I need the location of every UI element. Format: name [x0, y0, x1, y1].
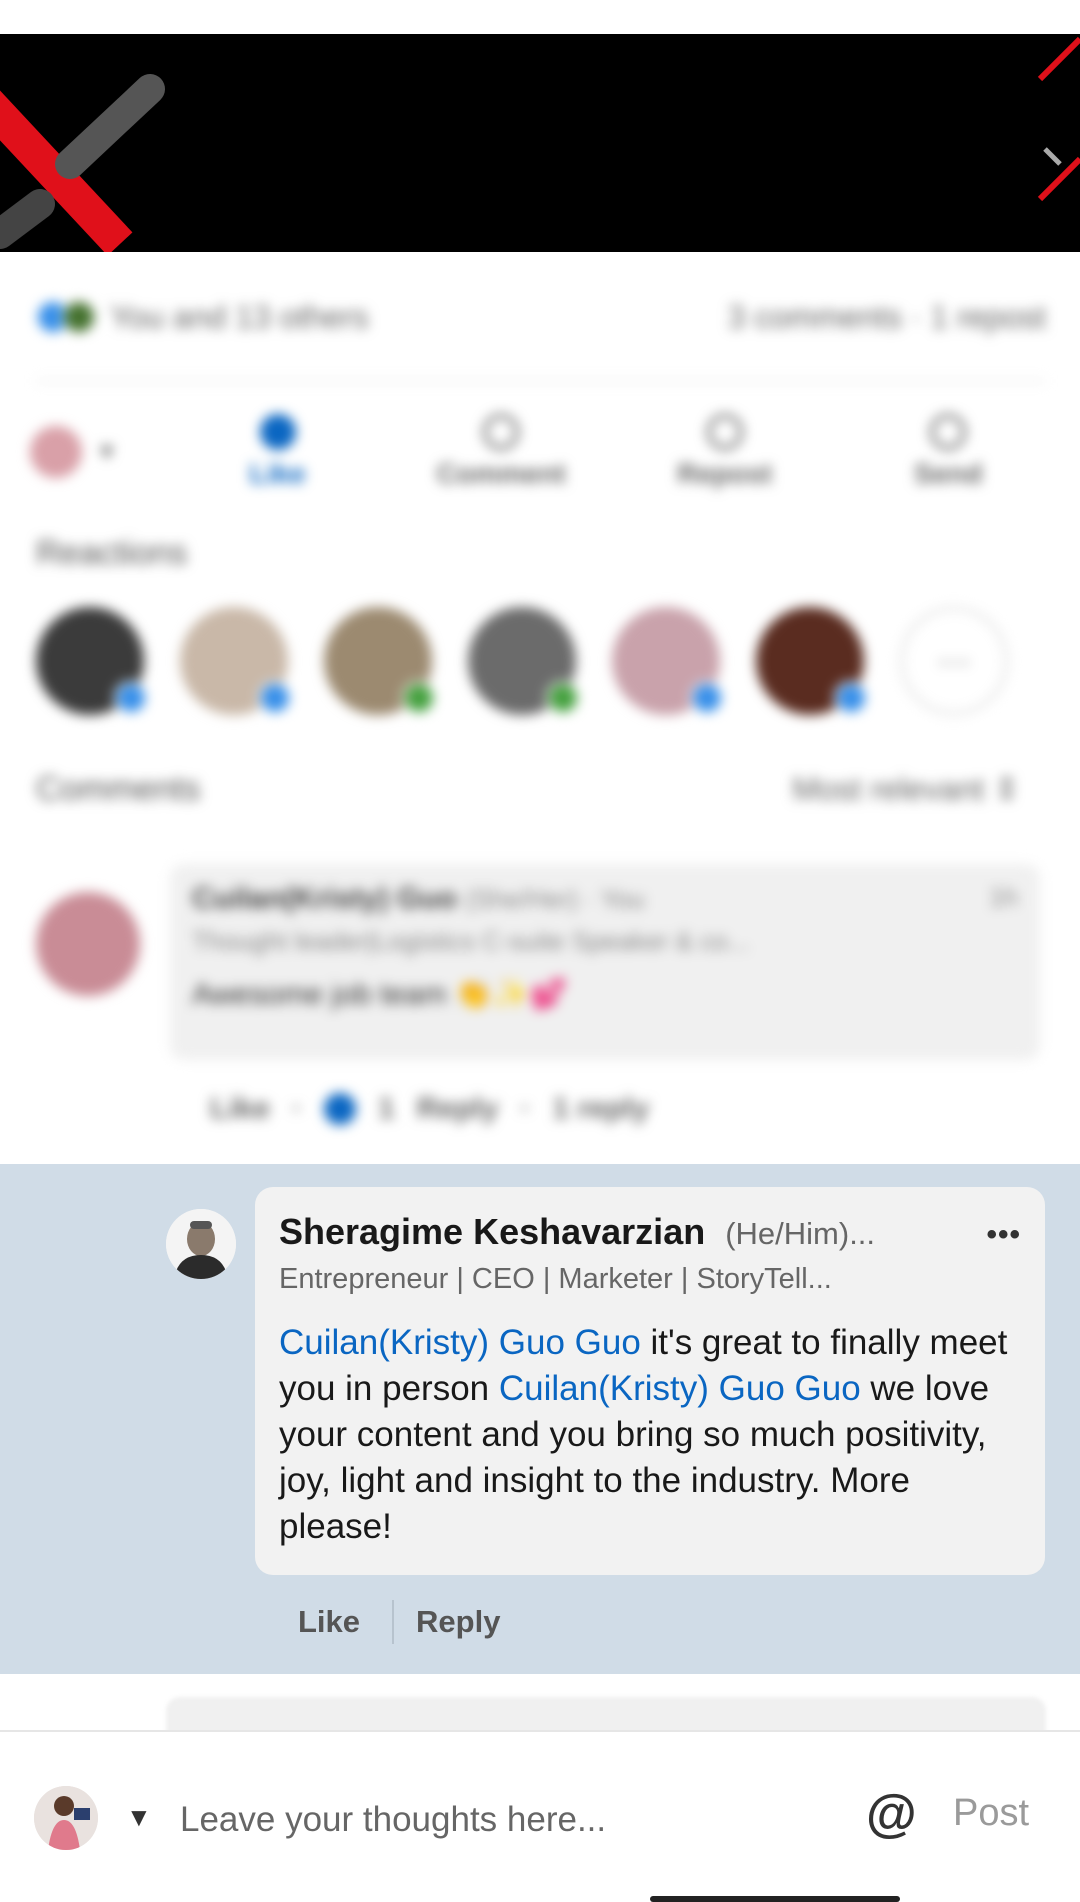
- blurred-post-area: You and 13 others 3 comments · 1 repost …: [0, 252, 1080, 1164]
- comment-bubble: Cuilan(Kristy) Guo (She/Her) · You 1h Th…: [170, 864, 1040, 1060]
- thumbs-up-icon: [259, 414, 296, 450]
- commenter-avatar[interactable]: [166, 1209, 236, 1279]
- like-badge-icon: [114, 681, 148, 715]
- celebrate-badge-icon: [402, 681, 436, 715]
- comments-reposts-count[interactable]: 3 comments · 1 repost: [728, 299, 1046, 336]
- comment-author-headline: Entrepreneur | CEO | Marketer | StoryTel…: [279, 1263, 832, 1295]
- banner-graphic: [0, 36, 1080, 252]
- comment-time: 1h: [989, 882, 1018, 912]
- avatar-photo: [166, 1209, 236, 1279]
- chevron-down-icon[interactable]: ▼: [96, 439, 118, 465]
- reactions-summary[interactable]: You and 13 others: [110, 299, 369, 336]
- sort-arrows-icon: ⇕: [993, 771, 1020, 807]
- composer-avatar[interactable]: [34, 1786, 98, 1850]
- dot-separator: ·: [520, 1092, 531, 1125]
- comment-like-button[interactable]: Like: [298, 1604, 360, 1640]
- comment-composer: ▼ @ Post: [0, 1730, 1080, 1902]
- like-label: Like: [249, 458, 306, 489]
- comment-actions: Like Reply: [298, 1600, 500, 1644]
- chevron-down-icon[interactable]: ▼: [126, 1802, 152, 1833]
- comment-text: Awesome job team 👏✨💕: [192, 978, 567, 1011]
- like-reaction-icon: [324, 1093, 357, 1125]
- repost-label: Repost: [677, 458, 773, 489]
- send-icon: [930, 414, 967, 450]
- repost-button[interactable]: Repost: [613, 414, 837, 490]
- comment-author-row: Cuilan(Kristy) Guo (She/Her) · You 1h: [192, 882, 1018, 916]
- comment-button[interactable]: Comment: [389, 414, 613, 490]
- post-button[interactable]: Post: [953, 1792, 1029, 1835]
- like-badge-icon: [258, 681, 292, 715]
- commenter-avatar[interactable]: [36, 892, 140, 996]
- home-indicator: [650, 1896, 900, 1902]
- divider: [36, 380, 1046, 382]
- replies-count[interactable]: 1 reply: [552, 1092, 649, 1126]
- celebrate-badge-icon: [546, 681, 580, 715]
- comment-reply-button[interactable]: Reply: [417, 1092, 499, 1126]
- reactor-avatar[interactable]: [468, 607, 580, 715]
- send-button[interactable]: Send: [836, 414, 1060, 490]
- reactor-avatar[interactable]: [612, 607, 724, 715]
- comment-icon: [483, 414, 520, 450]
- comment-pronouns: (She/Her) · You: [465, 884, 645, 914]
- reaction-icons: [36, 300, 96, 334]
- comment-label: Comment: [436, 458, 566, 489]
- comment-like-button[interactable]: Like: [210, 1092, 270, 1126]
- post-action-bar: ▼ Like Comment Repost Send: [30, 402, 1060, 502]
- comment-reaction-count[interactable]: 1: [378, 1092, 395, 1126]
- like-badge-icon: [834, 681, 868, 715]
- reactor-avatar[interactable]: [180, 607, 292, 715]
- comments-heading: Comments: [36, 770, 201, 808]
- comment-input[interactable]: [180, 1790, 840, 1850]
- comment-author[interactable]: Cuilan(Kristy) Guo: [192, 882, 457, 915]
- highlighted-comment: Sheragime Keshavarzian (He/Him)... ••• E…: [0, 1164, 1080, 1674]
- comment-body: Cuilan(Kristy) Guo Guo it's great to fin…: [279, 1320, 1027, 1550]
- comment-pronouns: (He/Him)...: [725, 1216, 876, 1251]
- dot-separator: ·: [292, 1092, 303, 1125]
- mention-link[interactable]: Cuilan(Kristy) Guo Guo: [279, 1323, 641, 1362]
- send-label: Send: [914, 458, 983, 489]
- reactors-list: ···: [36, 607, 1044, 715]
- social-counts: You and 13 others 3 comments · 1 repost: [36, 297, 1046, 337]
- reactor-avatar[interactable]: [756, 607, 868, 715]
- mention-icon[interactable]: @: [866, 1784, 917, 1844]
- action-divider: [392, 1600, 395, 1644]
- comment-reply-button[interactable]: Reply: [416, 1604, 500, 1640]
- comments-count[interactable]: 3 comments: [728, 299, 902, 335]
- comment-author-row: Sheragime Keshavarzian (He/Him)... •••: [279, 1211, 1021, 1253]
- more-options-icon[interactable]: •••: [986, 1218, 1021, 1252]
- sort-dropdown[interactable]: Most relevant ⇕: [792, 770, 1020, 808]
- comment-bubble: Sheragime Keshavarzian (He/Him)... ••• E…: [255, 1187, 1045, 1575]
- count-separator: ·: [910, 298, 931, 335]
- post-image-banner[interactable]: [0, 34, 1080, 252]
- avatar-photo: [34, 1786, 98, 1850]
- like-button[interactable]: Like: [166, 414, 390, 490]
- sort-label: Most relevant: [792, 771, 985, 807]
- mention-link[interactable]: Cuilan(Kristy) Guo Guo: [499, 1369, 861, 1408]
- reactor-avatar[interactable]: [324, 607, 436, 715]
- more-icon: ···: [937, 641, 971, 680]
- reactor-avatar[interactable]: [36, 607, 148, 715]
- reposts-count[interactable]: 1 repost: [930, 299, 1046, 335]
- more-reactions-button[interactable]: ···: [900, 607, 1008, 715]
- comment-headline: Thought leader|Logistics C-suite Speaker…: [192, 926, 750, 956]
- reactions-heading: Reactions: [36, 534, 188, 572]
- actor-avatar[interactable]: [30, 426, 82, 478]
- like-badge-icon: [690, 681, 724, 715]
- comment-author-name[interactable]: Sheragime Keshavarzian: [279, 1211, 705, 1253]
- comment-actions: Like · 1 Reply · 1 reply: [210, 1092, 649, 1126]
- repost-icon: [706, 414, 743, 450]
